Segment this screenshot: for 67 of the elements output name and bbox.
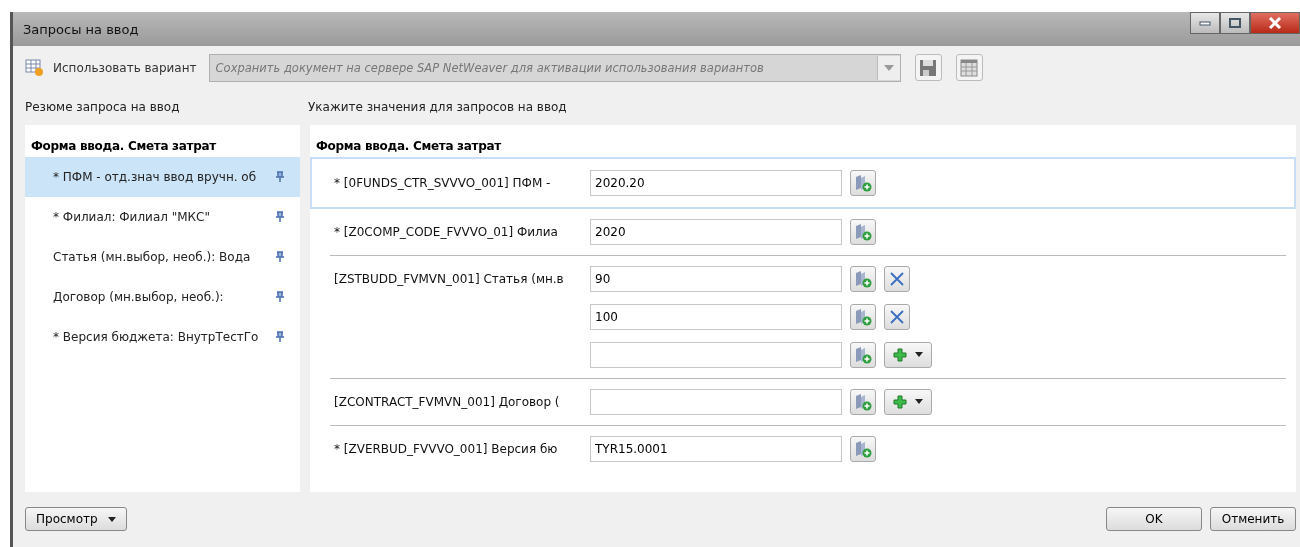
- value-help-icon: [854, 345, 872, 364]
- prompt-label: [ZSTBUDD_FVMVN_001] Статья (мн.в: [334, 271, 565, 286]
- pin-icon: [276, 331, 284, 343]
- variant-label: Использовать вариант: [53, 60, 197, 75]
- pin-icon: [276, 211, 284, 223]
- summary-heading: Резюме запроса на ввод: [25, 100, 181, 115]
- value-help-button[interactable]: [850, 303, 876, 330]
- caret-icon: [107, 516, 116, 522]
- close-icon: [1268, 17, 1282, 29]
- value-help-icon: [854, 439, 872, 458]
- add-button[interactable]: [884, 388, 932, 415]
- table-icon: [960, 58, 979, 77]
- prompts-heading: Укажите значения для запросов на ввод: [308, 100, 567, 115]
- value-field[interactable]: 90: [590, 265, 842, 292]
- cross-icon: [889, 308, 905, 325]
- value-help-icon: [854, 222, 872, 241]
- value-field[interactable]: 2020: [590, 218, 842, 245]
- summary-item[interactable]: * Филиал: Филиал "МКС": [25, 196, 300, 237]
- pin-icon: [276, 251, 284, 263]
- value-help-button[interactable]: [850, 265, 876, 292]
- window-title: Запросы на ввод: [23, 21, 139, 37]
- value-field[interactable]: [590, 341, 842, 368]
- summary-item[interactable]: Договор (мн.выбор, необ.):: [25, 276, 300, 317]
- value-field[interactable]: TYR15.0001: [590, 435, 842, 462]
- caret-icon: [883, 64, 894, 71]
- maximize-icon: [1229, 18, 1241, 28]
- add-button[interactable]: [884, 341, 932, 368]
- value-field[interactable]: 2020.20: [590, 169, 842, 196]
- plus-icon: [893, 347, 907, 362]
- summary-item[interactable]: * Версия бюджета: ВнутрТестГо: [25, 316, 300, 357]
- prompt-label: * [ZVERBUD_FVVVO_001] Версия бю: [334, 441, 559, 456]
- pin-icon: [276, 171, 284, 183]
- value-help-icon: [854, 392, 872, 411]
- maximize-button[interactable]: [1220, 12, 1250, 34]
- plus-icon: [893, 394, 907, 409]
- value-help-button[interactable]: [850, 388, 876, 415]
- cancel-button[interactable]: Отменить: [1210, 507, 1296, 532]
- summary-item[interactable]: Статья (мн.выбор, необ.): Вода: [25, 236, 300, 277]
- minimize-icon: [1199, 20, 1211, 26]
- value-help-button[interactable]: [850, 435, 876, 462]
- prompt-label: [ZCONTRACT_FVMVN_001] Договор (: [334, 394, 561, 409]
- table-button[interactable]: [955, 54, 983, 82]
- caret-icon: [915, 352, 923, 358]
- prompt-label: * [0FUNDS_CTR_SVVVO_001] ПФМ -: [334, 175, 552, 190]
- value-field[interactable]: 100: [590, 303, 842, 330]
- summary-item[interactable]: * ПФМ - отд.знач ввод вручн. об: [25, 156, 300, 197]
- summary-title: Форма ввода. Смета затрат: [30, 137, 218, 151]
- value-help-icon: [854, 269, 872, 288]
- value-field[interactable]: [590, 388, 842, 415]
- remove-button[interactable]: [884, 303, 910, 330]
- remove-button[interactable]: [884, 265, 910, 292]
- view-button[interactable]: Просмотр: [25, 507, 127, 532]
- prompt-label: * [Z0COMP_CODE_FVVVO_01] Филиа: [334, 224, 559, 239]
- save-button[interactable]: [914, 54, 942, 82]
- value-help-button[interactable]: [850, 169, 876, 196]
- value-help-icon: [854, 173, 872, 192]
- close-button[interactable]: [1250, 12, 1300, 34]
- value-help-icon: [854, 307, 872, 326]
- minimize-button[interactable]: [1190, 12, 1220, 34]
- pin-icon: [276, 291, 284, 303]
- value-help-button[interactable]: [850, 218, 876, 245]
- variant-icon: [25, 58, 45, 77]
- cross-icon: [889, 270, 905, 287]
- caret-icon: [915, 399, 923, 405]
- ok-button[interactable]: OK: [1106, 507, 1202, 532]
- prompts-title: Форма ввода. Смета затрат: [315, 137, 503, 151]
- value-help-button[interactable]: [850, 341, 876, 368]
